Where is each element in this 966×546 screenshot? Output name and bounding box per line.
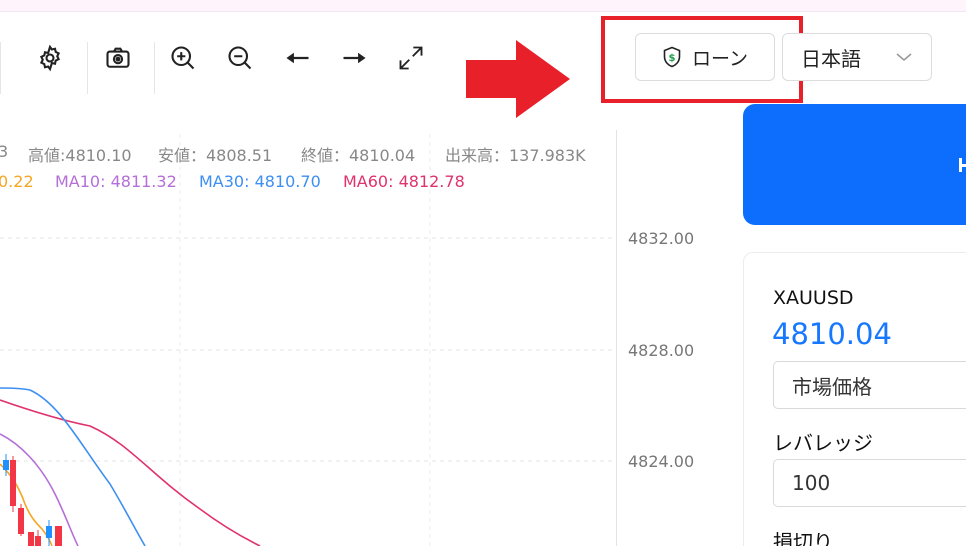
loan-button-label: ローン: [691, 47, 749, 70]
candle-up: [46, 526, 52, 538]
language-select[interactable]: 日本語: [782, 33, 932, 81]
candlestick-chart[interactable]: [0, 104, 735, 546]
stop-loss-label: 損切り: [773, 530, 833, 546]
ma5-readout: 0.22: [0, 172, 34, 191]
plus-icon: [959, 158, 966, 172]
expand-icon: [399, 46, 423, 70]
low-value: 安値：4808.51: [158, 146, 273, 165]
fullscreen-button[interactable]: [393, 40, 429, 76]
candles: [3, 454, 62, 546]
settings-button[interactable]: [32, 40, 68, 76]
ma60-line: [0, 399, 261, 546]
scroll-right-button[interactable]: [336, 40, 372, 76]
arrow-left-icon: [286, 52, 309, 64]
scroll-left-button[interactable]: [280, 40, 316, 76]
order-type-select[interactable]: 市場価格: [773, 361, 966, 409]
candle-down: [18, 508, 24, 534]
camera-icon: [106, 47, 130, 68]
y-tick-label: 4832.00: [628, 229, 695, 248]
zoom-in-button[interactable]: [165, 40, 201, 76]
open-value: 3: [0, 142, 9, 161]
y-tick-label: 4828.00: [628, 341, 695, 360]
chart-canvas: [0, 134, 616, 546]
price-axis-line: [616, 130, 617, 546]
leverage-input[interactable]: 100: [773, 459, 966, 507]
toolbar-separator: [0, 42, 1, 94]
volume-value: 出来高：137.983K: [445, 146, 586, 165]
ma10-readout: MA10: 4811.32: [55, 172, 177, 191]
toolbar-separator: [87, 42, 88, 94]
high-value: 高値:4810.10: [28, 146, 132, 165]
chevron-down-icon: [896, 53, 912, 62]
deposit-card[interactable]: [743, 104, 966, 225]
zoom-out-button[interactable]: [222, 40, 258, 76]
top-strip: [0, 0, 966, 12]
close-value: 終値：4810.04: [301, 146, 416, 165]
y-tick-label: 4824.00: [628, 452, 695, 471]
leverage-value: 100: [792, 471, 831, 495]
current-price: 4810.04: [772, 317, 892, 351]
candle-down: [28, 532, 34, 546]
symbol-name: XAUUSD: [773, 287, 854, 309]
candle-down: [55, 526, 62, 546]
arrow-right-icon: [343, 52, 366, 64]
ma60-readout: MA60: 4812.78: [343, 172, 465, 191]
candle-down: [10, 460, 16, 506]
candle-down: [35, 536, 41, 546]
language-selected-value: 日本語: [801, 46, 861, 71]
toolbar-separator: [154, 42, 155, 94]
candle-up: [3, 460, 9, 470]
zoom-in-icon: [171, 46, 195, 70]
gear-icon: [39, 44, 61, 72]
screenshot-button[interactable]: [100, 40, 136, 76]
svg-text:$: $: [668, 53, 675, 64]
chart-gridlines: [0, 134, 616, 546]
order-type-value: 市場価格: [792, 374, 872, 399]
leverage-label: レバレッジ: [773, 431, 873, 455]
zoom-out-icon: [228, 46, 252, 70]
ma30-readout: MA30: 4810.70: [199, 172, 321, 191]
shield-dollar-icon: $: [663, 46, 681, 68]
loan-button[interactable]: $ ローン: [635, 33, 775, 81]
